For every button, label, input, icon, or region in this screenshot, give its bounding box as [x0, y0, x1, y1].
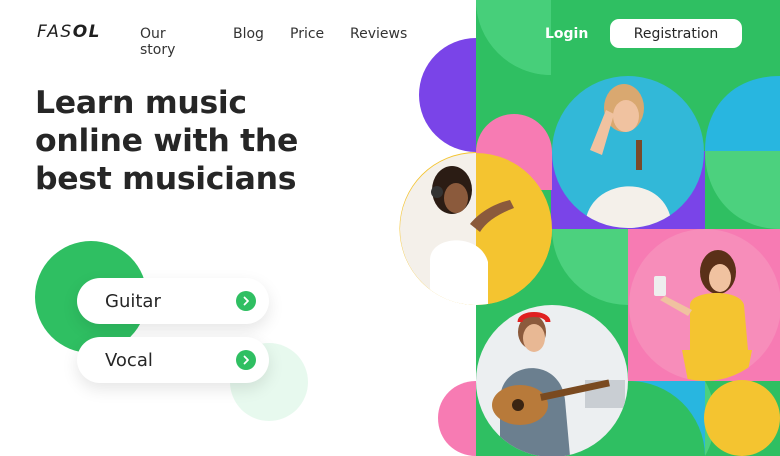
- headline-line-3: best musicians: [35, 161, 297, 197]
- course-guitar-label: Guitar: [105, 290, 161, 312]
- green-panel-background: [476, 0, 780, 456]
- chevron-right-icon: [236, 350, 256, 370]
- headline-line-2: online with the: [35, 123, 299, 159]
- girl-dancing-phone-photo: [629, 229, 780, 381]
- nav-item-blog[interactable]: Blog: [233, 26, 264, 42]
- nav-item-our-story[interactable]: Our story: [140, 26, 175, 58]
- hero-art-mosaic: [0, 0, 780, 456]
- course-vocal-button[interactable]: Vocal: [77, 337, 269, 383]
- course-guitar-button[interactable]: Guitar: [77, 278, 269, 324]
- headline-line-1: Learn music: [35, 85, 247, 121]
- hero-headline: Learn music online with the best musicia…: [35, 84, 335, 198]
- nav-item-price[interactable]: Price: [290, 26, 324, 42]
- cyan-shape: [705, 76, 780, 151]
- fasol-logo[interactable]: FASOL: [37, 22, 101, 42]
- man-playing-guitar-photo: [476, 305, 628, 456]
- girl-with-headphones-photo: [400, 153, 552, 305]
- chevron-right-icon: [236, 291, 256, 311]
- registration-button[interactable]: Registration: [610, 19, 742, 48]
- login-link[interactable]: Login: [545, 26, 588, 42]
- girl-peace-sign-photo: [552, 76, 704, 228]
- logo-text-left: FAS: [37, 22, 73, 42]
- course-vocal-label: Vocal: [105, 349, 153, 371]
- purple-shape: [419, 38, 476, 152]
- logo-text-right: OL: [72, 22, 101, 42]
- nav-item-reviews[interactable]: Reviews: [350, 26, 407, 42]
